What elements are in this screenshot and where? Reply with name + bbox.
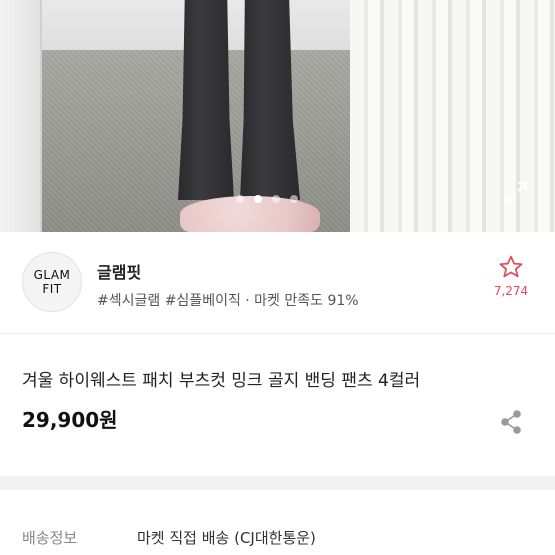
star-icon	[499, 255, 523, 278]
favorite-button[interactable]: 7,274	[492, 254, 530, 310]
carousel-dot-active[interactable]	[254, 195, 262, 203]
shipping-value: 마켓 직접 배송 (CJ대한통운)	[137, 529, 316, 547]
carousel-dot[interactable]	[290, 195, 298, 203]
seller-logo[interactable]: GLAM FIT	[22, 252, 82, 312]
image-pants-left-leg	[178, 0, 234, 200]
seller-tags: #섹시글램 #심플베이직 · 마켓 만족도 91%	[97, 293, 359, 309]
product-title: 겨울 하이웨스트 패치 부츠컷 밍크 골지 밴딩 팬츠 4컬러	[22, 371, 421, 391]
seller-logo-line2: FIT	[42, 282, 62, 296]
expand-icon[interactable]	[503, 180, 529, 206]
seller-logo-line1: GLAM	[33, 268, 71, 282]
image-doorframe	[0, 0, 42, 232]
seller-name[interactable]: 글램핏	[97, 259, 141, 283]
product-price: 29,900원	[22, 408, 118, 432]
carousel-dot[interactable]	[272, 195, 280, 203]
seller-row[interactable]: GLAM FIT 글램핏 #섹시글램 #심플베이직 · 마켓 만족도 91% 7…	[0, 232, 555, 332]
share-icon[interactable]	[500, 410, 522, 434]
product-image[interactable]	[0, 0, 555, 232]
carousel-dot[interactable]	[236, 195, 244, 203]
carousel-dots	[236, 195, 298, 203]
section-divider	[0, 476, 555, 490]
divider	[0, 333, 555, 334]
shipping-label: 배송정보	[22, 529, 78, 547]
like-count: 7,274	[493, 284, 529, 298]
